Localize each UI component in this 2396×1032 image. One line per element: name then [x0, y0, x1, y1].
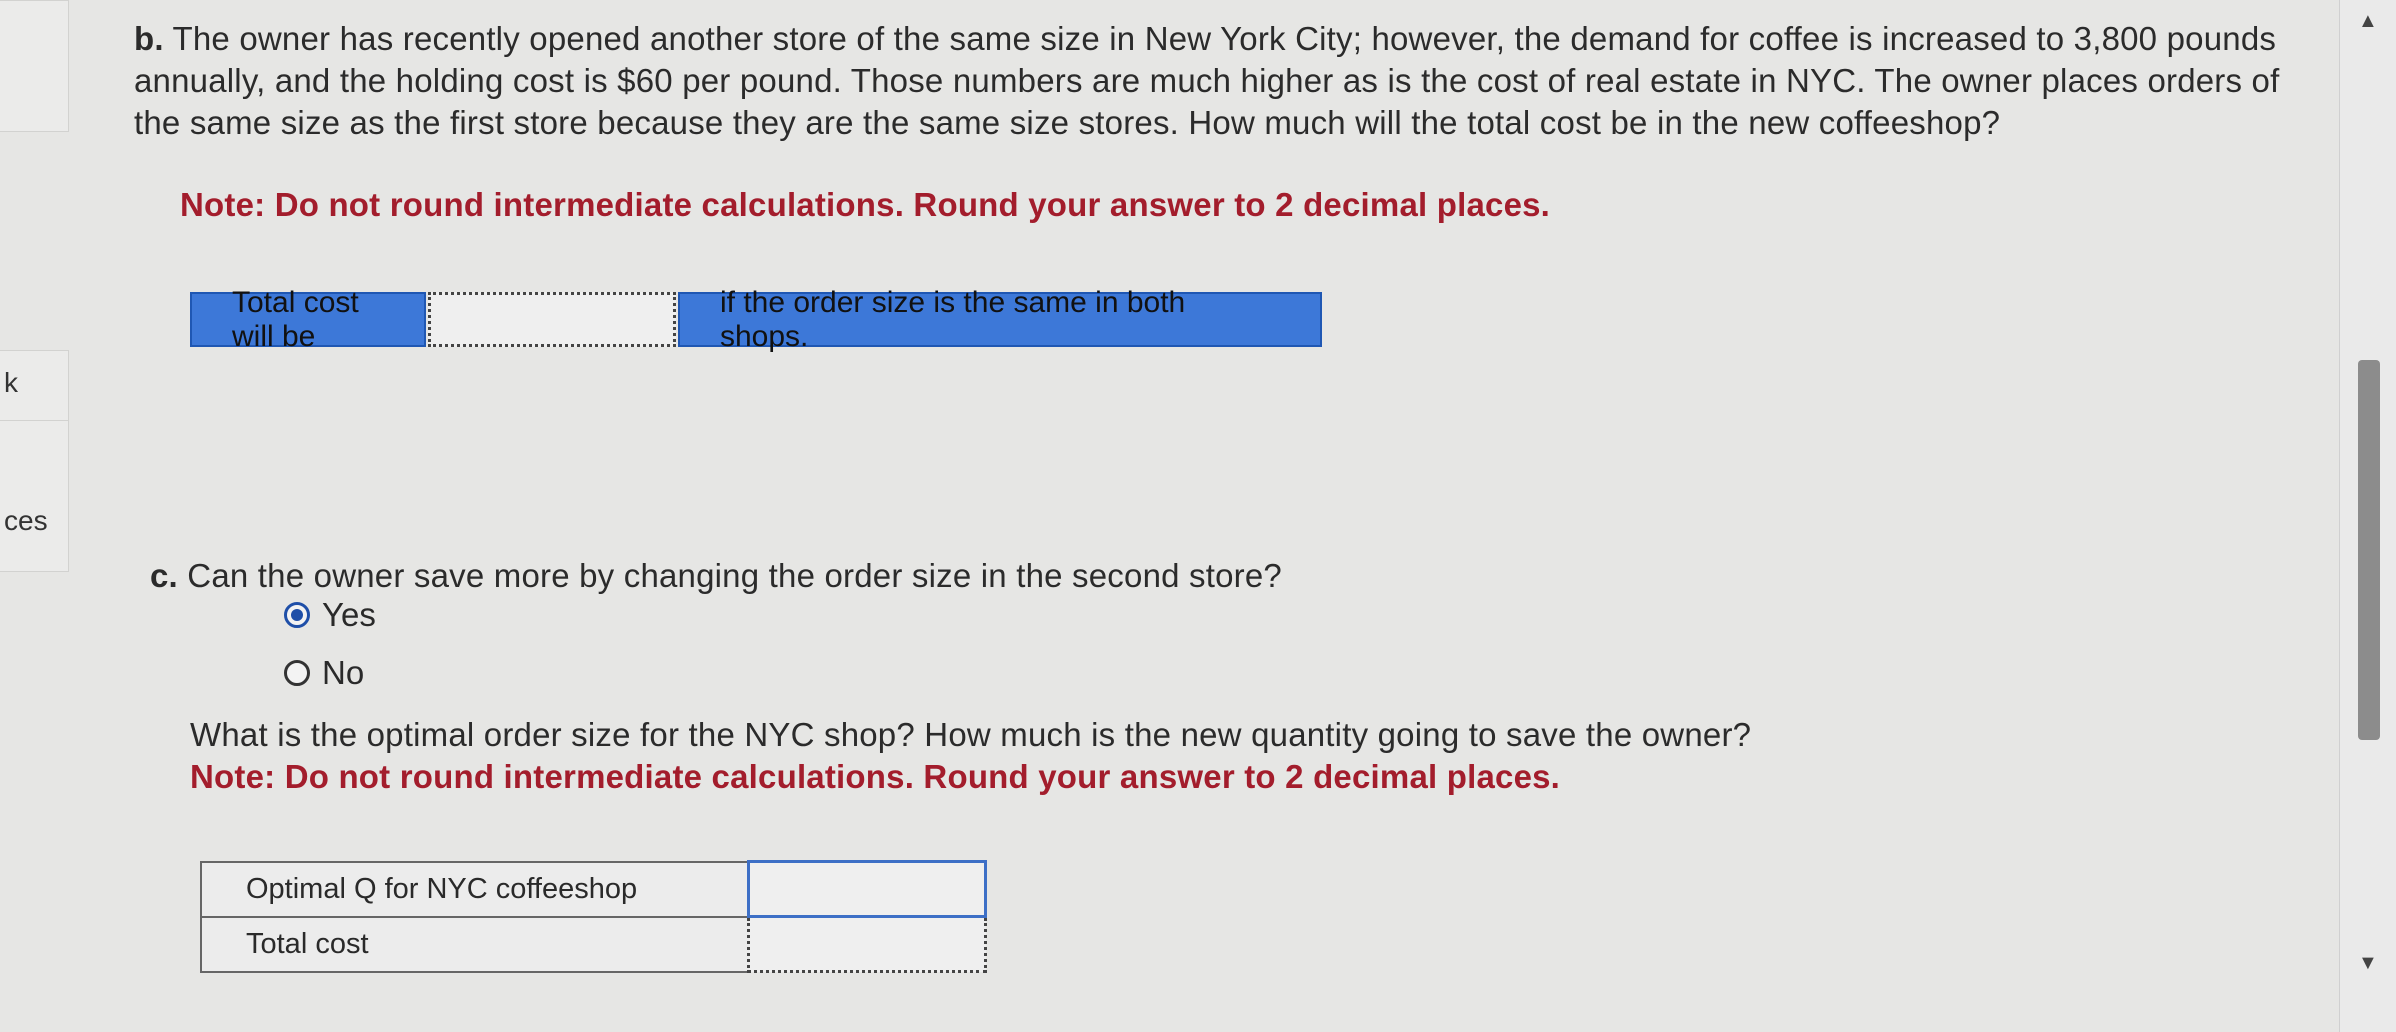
part-b-text: The owner has recently opened another st…: [134, 20, 2280, 141]
total-cost-input[interactable]: [428, 292, 676, 347]
part-b-question: b. The owner has recently opened another…: [134, 18, 2314, 144]
table-row: Total cost: [200, 915, 987, 973]
part-c-text: Can the owner save more by changing the …: [187, 557, 1282, 594]
optimal-q-label: Optimal Q for NYC coffeeshop: [200, 860, 750, 918]
radio-no-label: No: [322, 654, 365, 691]
answer-table: Optimal Q for NYC coffeeshop Total cost: [200, 860, 987, 973]
scroll-thumb[interactable]: [2358, 360, 2380, 740]
scroll-down-icon[interactable]: ▼: [2358, 952, 2378, 975]
part-c-note: Note: Do not round intermediate calculat…: [190, 758, 1561, 795]
scroll-up-icon[interactable]: ▲: [2358, 10, 2378, 33]
part-c-label: c.: [150, 557, 178, 594]
answer-suffix-label: if the order size is the same in both sh…: [678, 286, 1322, 353]
radio-unselected-icon[interactable]: [284, 660, 310, 686]
part-b-label: b.: [134, 20, 164, 57]
part-b-note: Note: Do not round intermediate calculat…: [180, 186, 1551, 223]
total-cost-c-input[interactable]: [747, 915, 987, 973]
radio-selected-icon[interactable]: [284, 602, 310, 628]
question-content: b. The owner has recently opened another…: [0, 0, 2340, 1032]
answer-prefix-label: Total cost will be: [190, 286, 426, 353]
vertical-scrollbar[interactable]: ▲ ▼: [2339, 0, 2396, 1032]
optimal-q-input[interactable]: [747, 860, 987, 918]
table-row: Optimal Q for NYC coffeeshop: [200, 860, 987, 918]
radio-no[interactable]: No: [284, 654, 364, 692]
radio-yes-label: Yes: [322, 596, 376, 633]
radio-yes[interactable]: Yes: [284, 596, 376, 634]
part-c-followup: What is the optimal order size for the N…: [190, 716, 1752, 753]
total-cost-label: Total cost: [200, 915, 750, 973]
part-b-answer-row: Total cost will be if the order size is …: [190, 286, 1322, 353]
part-c-question: c. Can the owner save more by changing t…: [150, 555, 1282, 597]
